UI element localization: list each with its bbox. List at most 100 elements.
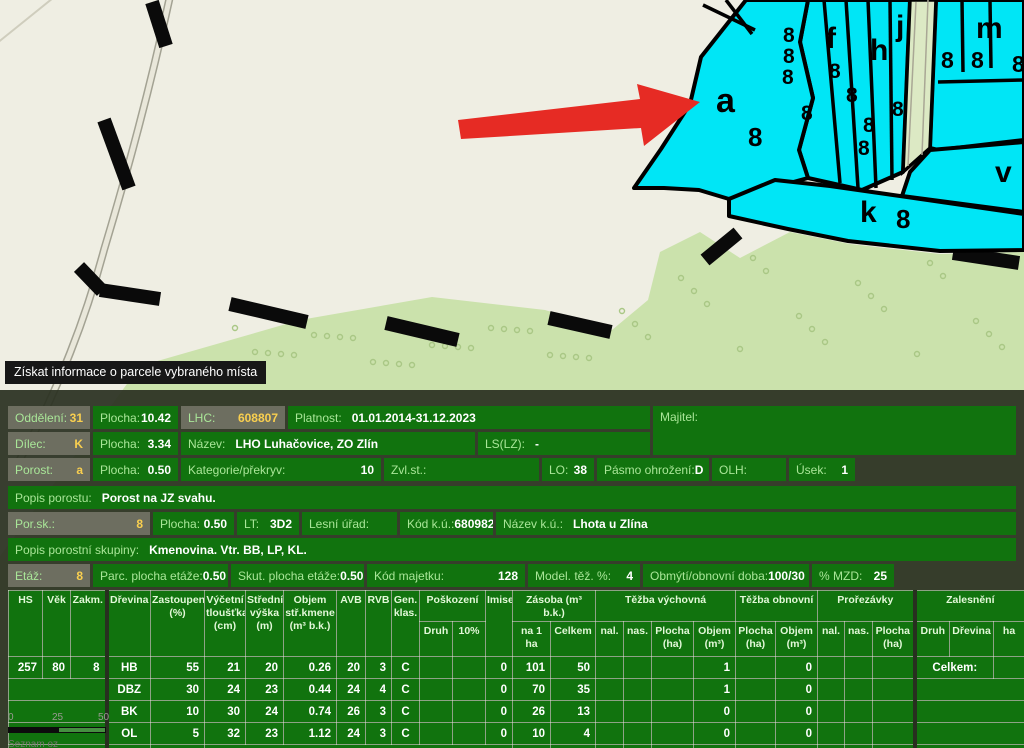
table-cell: 10 [513,723,551,745]
parcel-label: v [995,156,1012,189]
field-model-tez: Model. těž. %:4 [528,564,640,587]
table-cell [818,723,845,745]
table-cell [873,701,915,723]
field-lo: LO:38 [542,458,594,481]
table-cell: 3 [366,701,392,723]
field-porost: Porost:a [8,458,90,481]
column-header: ha [994,622,1024,657]
field-skut-plocha: Skut. plocha etáže:0.50 [231,564,364,587]
parcel-label: 8 [801,102,813,125]
table-cell [420,723,453,745]
info-row-popis-skupiny: Popis porostní skupiny:Kmenovina. Vtr. B… [8,538,1016,561]
table-cell: C [392,723,420,745]
column-header: Zakm. [71,591,107,657]
table-cell: 20 [337,657,366,679]
table-cell [873,657,915,679]
table-cell [873,723,915,745]
field-lt: LT:3D2 [237,512,299,535]
table-cell: C [392,679,420,701]
field-pasmo: Pásmo ohrožení:D [597,458,709,481]
info-row-dilec: Dílec:K Plocha:3.34 Název:LHO Luhačovice… [8,432,650,455]
table-cell: 1.12 [284,723,337,745]
table-cell [873,679,915,701]
table-cell [845,723,873,745]
column-header: Plocha (ha) [873,622,915,657]
column-header: HS [9,591,43,657]
column-group-header: Těžba výchovná [596,591,736,622]
table-cell [818,701,845,723]
field-majitel: Majitel: [653,406,1016,455]
table-cell: C [392,657,420,679]
table-cell [736,723,776,745]
table-cell: 0 [776,657,818,679]
table-cell: 13 [551,701,596,723]
column-header: nas. [624,622,652,657]
table-cell [596,679,624,701]
column-header: nal. [818,622,845,657]
field-plocha-porsk: Plocha:0.50 [153,512,234,535]
column-group-header: Prořezávky [818,591,915,622]
table-cell [420,701,453,723]
table-cell: 80 [43,657,71,679]
parcel-label: 8 [783,45,795,68]
table-cell [845,679,873,701]
field-oddeleni: Oddělení:31 [8,406,90,429]
parcel-label: 8 [1012,51,1024,77]
table-cell: 4 [551,723,596,745]
field-popis-porostu: Popis porostu:Porost na JZ svahu. [8,486,1016,509]
table-cell [994,657,1024,679]
scale-tick: 50 [98,712,109,723]
table-cell: 24 [337,679,366,701]
table-cell: 21 [205,657,246,679]
map-scalebar: 0 25 50 Seznam oz [6,712,156,748]
field-kod-majetku: Kód majetku:128 [367,564,525,587]
column-group-header: Zásoba (m³ b.k.) [513,591,596,622]
table-cell: 32 [205,723,246,745]
table-cell [624,657,652,679]
table-cell: 70 [513,679,551,701]
column-header: Druh [420,622,453,657]
table-cell [453,701,486,723]
table-cell: 0 [486,723,513,745]
field-dilec: Dílec:K [8,432,90,455]
table-cell [652,723,694,745]
column-header: AVB [337,591,366,657]
table-cell: 30 [205,701,246,723]
table-cell: DBZ [107,679,151,701]
table-cell: 257 [9,657,43,679]
field-usek: Úsek:1 [789,458,855,481]
table-cell [736,657,776,679]
parcel-label: 8 [892,98,904,121]
table-cell [453,679,486,701]
table-cell: 35 [551,679,596,701]
column-header: Objem (m³) [694,622,736,657]
table-cell: 50 [551,657,596,679]
table-cell [845,657,873,679]
field-plocha-dilec: Plocha:3.34 [93,432,178,455]
table-cell: 3 [366,723,392,745]
parcel-label: k [860,196,877,229]
column-header: Druh [915,622,950,657]
table-cell [915,679,1024,701]
scale-tick: 25 [52,712,63,723]
table-cell [915,701,1024,723]
table-row: OL532231.12243C010400 [9,723,1024,745]
column-header: RVB [366,591,392,657]
field-mzd: % MZD:25 [812,564,894,587]
table-cell: 24 [246,701,284,723]
table-cell: 0 [776,679,818,701]
table-cell [818,657,845,679]
table-cell: 0 [486,679,513,701]
table-cell: 0 [776,723,818,745]
map-tooltip: Získat informace o parcele vybraného mís… [5,361,266,384]
table-row: BK1030240.74263C0261300 [9,701,1024,723]
table-cell: 101 [513,657,551,679]
table-row: DBZ3024230.44244C0703510 [9,679,1024,701]
field-nazev-ku: Název k.ú.:Lhota u Zlína [496,512,1016,535]
table-cell [624,723,652,745]
parcel-label: 8 [846,84,858,107]
table-cell: 8 [71,657,107,679]
field-plocha-oddeleni: Plocha:10.42 [93,406,178,429]
table-cell [453,723,486,745]
table-cell: 0.74 [284,701,337,723]
